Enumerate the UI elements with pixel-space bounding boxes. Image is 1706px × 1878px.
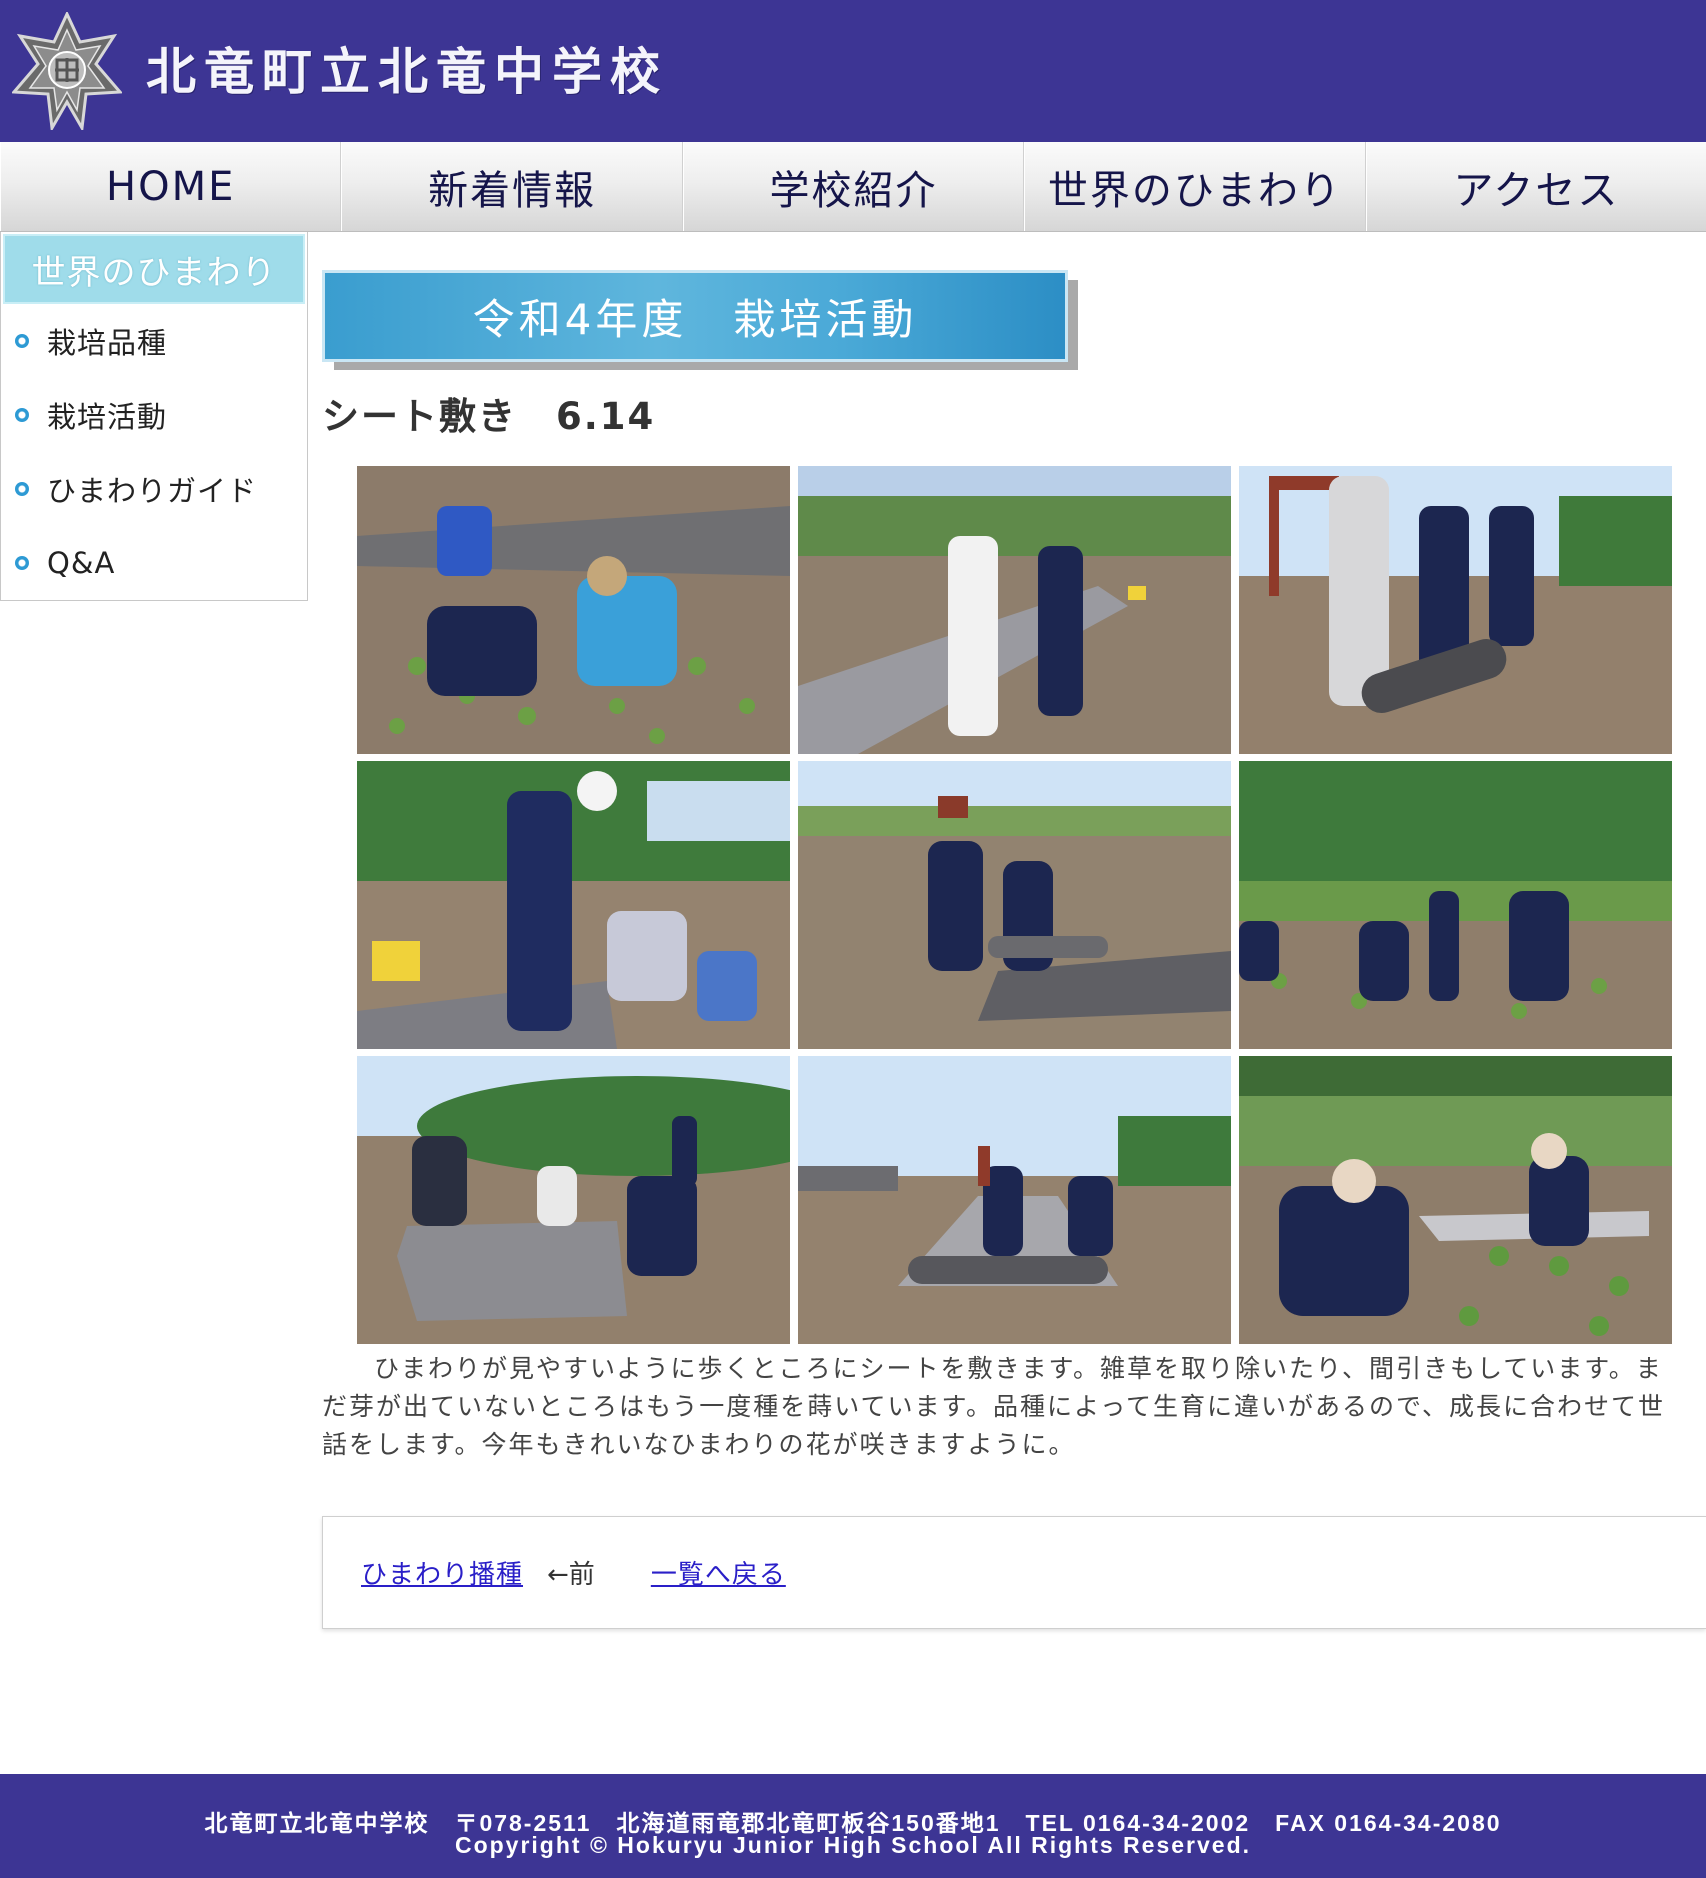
photo-3-image	[1239, 466, 1672, 754]
nav-item-world-sunflowers[interactable]: 世界のひまわり	[1024, 142, 1366, 231]
global-nav: HOME 新着情報 学校紹介 世界のひまわり アクセス	[0, 142, 1706, 232]
photo-4-image	[357, 761, 790, 1049]
sidebar-item-guide[interactable]: ひまわりガイド	[1, 452, 307, 526]
pager: ひまわり播種 ←前 一覧へ戻る	[322, 1516, 1706, 1629]
back-to-list-link[interactable]: 一覧へ戻る	[651, 1554, 786, 1591]
photo-1-image	[357, 466, 790, 754]
photo-5-image	[798, 761, 1231, 1049]
bullet-icon	[15, 556, 29, 570]
site-header: 北竜町立北竜中学校	[0, 0, 1706, 142]
photo-3[interactable]	[1239, 466, 1672, 754]
sidebar-title: 世界のひまわり	[3, 234, 305, 304]
nav-item-access[interactable]: アクセス	[1365, 142, 1706, 231]
sidebar-item-qa[interactable]: Q&A	[1, 526, 307, 600]
sidebar-item-label: ひまわりガイド	[47, 474, 258, 508]
prev-article-link[interactable]: ひまわり播種	[361, 1554, 523, 1591]
sidebar-item-label: 栽培品種	[47, 326, 168, 360]
article-body: ひまわりが見やすいように歩くところにシートを敷きます。雑草を取り除いたり、間引き…	[322, 1354, 1666, 1459]
photo-9[interactable]	[1239, 1056, 1672, 1344]
site-footer: 北竜町立北竜中学校 〒078-2511 北海道雨竜郡北竜町板谷150番地1 TE…	[0, 1774, 1706, 1878]
bullet-icon	[15, 334, 29, 348]
sidebar: 世界のひまわり 栽培品種 栽培活動 ひまわりガイド Q&A	[0, 232, 308, 601]
photo-6-image	[1239, 761, 1672, 1049]
page-heading: 令和4年度 栽培活動	[322, 270, 1068, 362]
article-title: シート敷き 6.14	[322, 395, 656, 438]
sidebar-item-activities[interactable]: 栽培活動	[1, 378, 307, 452]
photo-2[interactable]	[798, 466, 1231, 754]
photo-4[interactable]	[357, 761, 790, 1049]
photo-9-image	[1239, 1056, 1672, 1344]
photo-gallery	[357, 466, 1673, 1344]
sidebar-item-label: Q&A	[47, 546, 116, 580]
photo-7-image	[357, 1056, 790, 1344]
nav-item-news[interactable]: 新着情報	[341, 142, 683, 231]
nav-item-school-intro[interactable]: 学校紹介	[682, 142, 1025, 231]
page-heading-box: 令和4年度 栽培活動	[322, 270, 1078, 370]
photo-5[interactable]	[798, 761, 1231, 1049]
photo-8-image	[798, 1056, 1231, 1344]
sidebar-item-label: 栽培活動	[47, 400, 168, 434]
footer-copyright: Copyright © Hokuryu Junior High School A…	[454, 1832, 1252, 1858]
photo-2-image	[798, 466, 1231, 754]
site-title[interactable]: 北竜町立北竜中学校	[146, 36, 668, 108]
bullet-icon	[15, 482, 29, 496]
school-emblem-icon[interactable]	[10, 10, 124, 133]
prev-mark: ←前	[547, 1560, 595, 1590]
photo-1[interactable]	[357, 466, 790, 754]
photo-6[interactable]	[1239, 761, 1672, 1049]
bullet-icon	[15, 408, 29, 422]
nav-item-home[interactable]: HOME	[0, 142, 342, 231]
sidebar-item-varieties[interactable]: 栽培品種	[1, 304, 307, 378]
photo-7[interactable]	[357, 1056, 790, 1344]
photo-8[interactable]	[798, 1056, 1231, 1344]
